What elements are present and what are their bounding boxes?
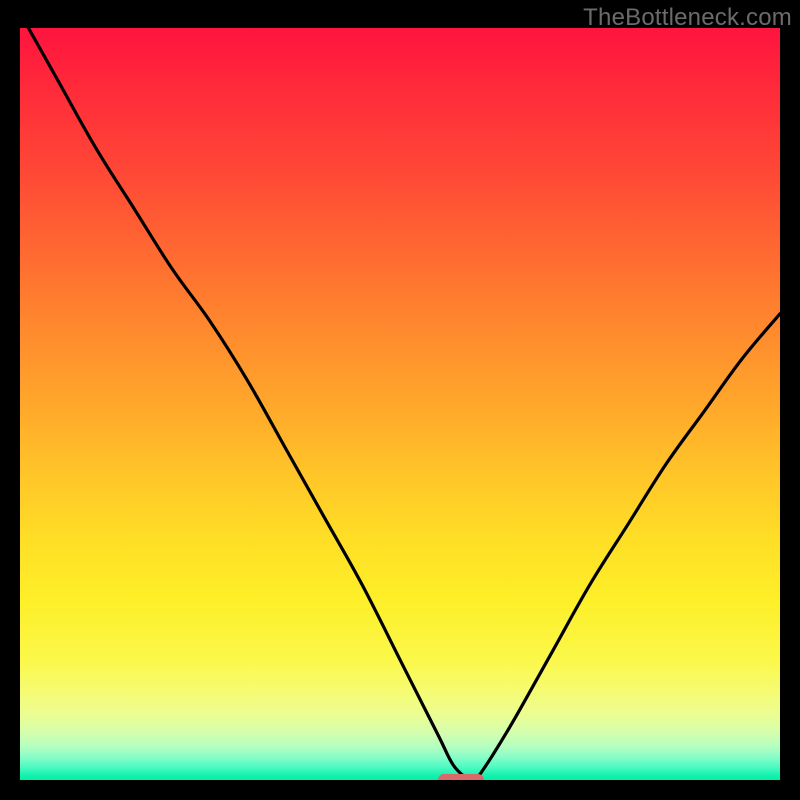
chart-frame: TheBottleneck.com bbox=[0, 0, 800, 800]
watermark-text: TheBottleneck.com bbox=[583, 4, 792, 32]
minimum-marker bbox=[438, 774, 484, 780]
curves-svg bbox=[20, 28, 780, 780]
plot-area bbox=[20, 28, 780, 780]
curve-right-branch bbox=[476, 314, 780, 780]
curve-left-branch bbox=[20, 28, 468, 780]
